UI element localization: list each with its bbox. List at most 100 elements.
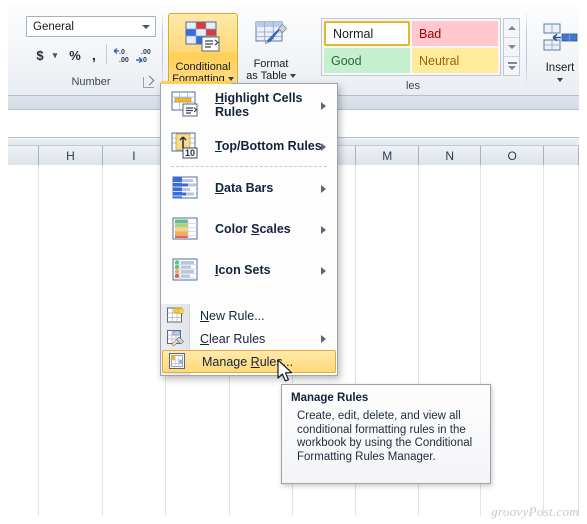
grid-cell[interactable] — [102, 325, 167, 345]
grid-cell[interactable] — [102, 425, 167, 445]
grid-cell[interactable] — [543, 205, 579, 225]
grid-cell[interactable] — [8, 165, 40, 185]
grid-cell[interactable] — [356, 205, 419, 225]
column-header-M[interactable]: M — [356, 146, 419, 165]
grid-cell[interactable] — [102, 365, 167, 385]
grid-cell[interactable] — [8, 225, 40, 245]
grid-cell[interactable] — [356, 505, 419, 516]
grid-cell[interactable] — [8, 505, 40, 516]
grid-cell[interactable] — [356, 165, 419, 185]
grid-cell[interactable] — [102, 225, 167, 245]
chevron-down-icon[interactable] — [557, 78, 563, 82]
grid-cell[interactable] — [39, 205, 103, 225]
grid-cell[interactable] — [166, 425, 230, 445]
grid-cell[interactable] — [543, 485, 579, 505]
grid-cell[interactable] — [481, 245, 544, 265]
grid-cell[interactable] — [543, 385, 579, 405]
cell-style-good[interactable]: Good — [324, 48, 410, 73]
grid-cell[interactable] — [8, 345, 40, 365]
grid-cell[interactable] — [39, 305, 103, 325]
grid-cell[interactable] — [8, 365, 40, 385]
cell-styles-gallery[interactable]: Normal Bad Good Neutral — [321, 18, 501, 76]
currency-button[interactable]: $ — [32, 44, 48, 66]
chevron-down-icon[interactable] — [289, 74, 296, 78]
grid-cell[interactable] — [543, 405, 579, 425]
grid-cell[interactable] — [8, 265, 40, 285]
grid-cell[interactable] — [418, 305, 482, 325]
grid-cell[interactable] — [39, 285, 103, 305]
grid-cell[interactable] — [39, 385, 103, 405]
grid-cell[interactable] — [481, 305, 544, 325]
grid-cell[interactable] — [102, 445, 167, 465]
grid-cell[interactable] — [418, 225, 482, 245]
grid-cell[interactable] — [39, 225, 103, 245]
grid-cell[interactable] — [418, 325, 482, 345]
grid-cell[interactable] — [39, 265, 103, 285]
grid-cell[interactable] — [481, 285, 544, 305]
grid-cell[interactable] — [418, 265, 482, 285]
percent-button[interactable]: % — [66, 44, 84, 66]
grid-cell[interactable] — [8, 185, 40, 205]
cell-style-neutral[interactable]: Neutral — [412, 48, 498, 73]
grid-cell[interactable] — [356, 285, 419, 305]
grid-cell[interactable] — [543, 365, 579, 385]
grid-cell[interactable] — [356, 365, 419, 385]
grid-cell[interactable] — [102, 285, 167, 305]
grid-cell[interactable] — [543, 265, 579, 285]
grid-cell[interactable] — [293, 505, 357, 516]
grid-cell[interactable] — [102, 385, 167, 405]
grid-cell[interactable] — [39, 345, 103, 365]
grid-cell[interactable] — [356, 325, 419, 345]
decrease-decimal-button[interactable]: .00 .0 — [135, 44, 157, 66]
grid-cell[interactable] — [166, 485, 230, 505]
grid-cell[interactable] — [356, 265, 419, 285]
grid-cell[interactable] — [39, 485, 103, 505]
grid-cell[interactable] — [102, 265, 167, 285]
grid-cell[interactable] — [543, 245, 579, 265]
grid-cell[interactable] — [102, 405, 167, 425]
grid-cell[interactable] — [481, 325, 544, 345]
number-format-combobox[interactable]: General — [26, 16, 156, 37]
grid-cell[interactable] — [8, 445, 40, 465]
grid-cell[interactable] — [481, 485, 544, 505]
menu-item-color-scales[interactable]: Color Scales — [161, 208, 337, 249]
grid-cell[interactable] — [418, 185, 482, 205]
currency-dropdown-icon[interactable]: ▾ — [49, 44, 61, 66]
grid-cell[interactable] — [8, 285, 40, 305]
grid-cell[interactable] — [418, 345, 482, 365]
chevron-down-icon[interactable] — [142, 25, 150, 29]
column-header[interactable] — [543, 146, 579, 165]
grid-cell[interactable] — [481, 165, 544, 185]
grid-cell[interactable] — [293, 485, 357, 505]
grid-cell[interactable] — [8, 465, 40, 485]
increase-decimal-button[interactable]: .0 .00 — [112, 44, 134, 66]
grid-cell[interactable] — [8, 245, 40, 265]
grid-cell[interactable] — [418, 245, 482, 265]
grid-cell[interactable] — [39, 405, 103, 425]
scroll-up-icon[interactable] — [504, 19, 519, 38]
grid-cell[interactable] — [543, 445, 579, 465]
grid-cell[interactable] — [481, 225, 544, 245]
grid-cell[interactable] — [102, 205, 167, 225]
menu-item-top-bottom-rules[interactable]: 10 Top/Bottom Rules — [161, 125, 337, 166]
grid-cell[interactable] — [543, 465, 579, 485]
grid-cell[interactable] — [39, 365, 103, 385]
grid-cell[interactable] — [543, 185, 579, 205]
dialog-box-launcher-icon[interactable] — [143, 77, 154, 88]
grid-cell[interactable] — [102, 345, 167, 365]
more-styles-icon[interactable] — [504, 57, 519, 75]
scroll-down-icon[interactable] — [504, 38, 519, 57]
grid-cell[interactable] — [102, 305, 167, 325]
menu-item-new-rule[interactable]: New Rule... — [161, 304, 337, 327]
grid-cell[interactable] — [229, 485, 294, 505]
grid-cell[interactable] — [8, 425, 40, 445]
grid-cell[interactable] — [543, 325, 579, 345]
grid-cell[interactable] — [102, 465, 167, 485]
grid-cell[interactable] — [481, 345, 544, 365]
grid-cell[interactable] — [229, 505, 294, 516]
format-as-table-button[interactable]: Format as Table — [241, 13, 301, 92]
column-header-H[interactable]: H — [39, 146, 103, 165]
grid-cell[interactable] — [418, 165, 482, 185]
column-header[interactable] — [8, 146, 40, 165]
grid-cell[interactable] — [356, 485, 419, 505]
